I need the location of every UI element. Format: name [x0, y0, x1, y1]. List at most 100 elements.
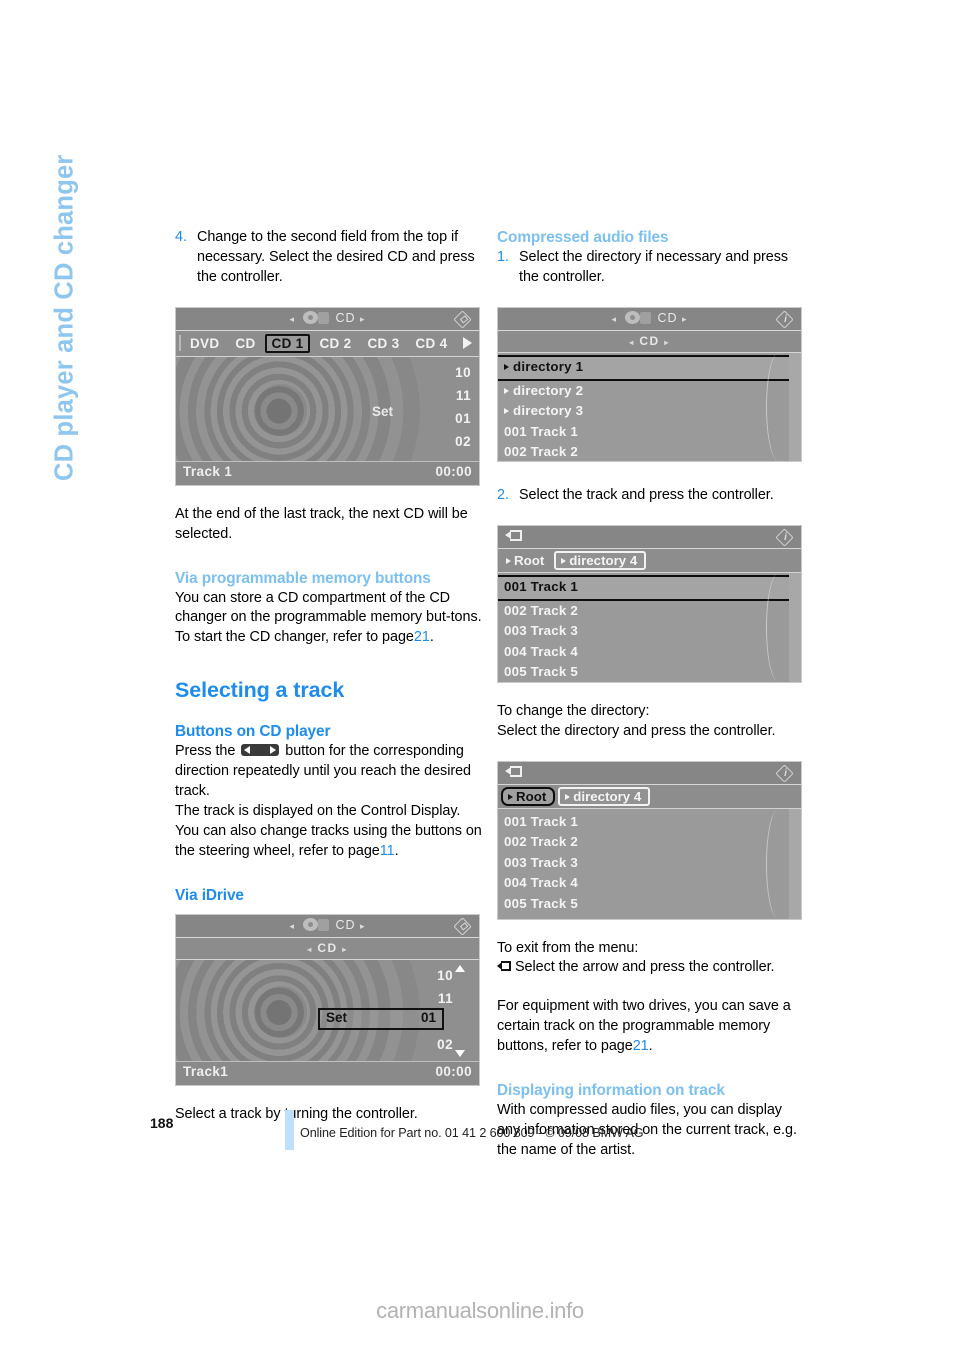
shot2-set-label: Set [326, 1009, 348, 1025]
tab-cd-4[interactable]: CD 4 [408, 335, 454, 352]
page-ref-11[interactable]: 11 [380, 843, 395, 859]
caret-icon [508, 793, 513, 800]
heading-via-idrive: Via iDrive [175, 886, 244, 904]
disc-hub [254, 985, 307, 1038]
list-item[interactable]: 005 Track 5 [498, 894, 801, 915]
info-glyph: i [784, 313, 787, 325]
left-arrow-icon: ◂ [307, 944, 313, 954]
list-item[interactable]: directory 3 [498, 401, 801, 422]
scroll-pane[interactable] [789, 572, 801, 682]
para-exit-menu-b: Select the arrow and press the controlle… [497, 958, 804, 978]
list-item-label: directory 1 [513, 358, 584, 374]
info-icon: i [775, 528, 795, 547]
shot2-title-text: CD [335, 917, 356, 932]
disc-trail-icon [318, 311, 330, 324]
step-2: 2. Select the track and press the contro… [497, 486, 804, 506]
screenshot-root-selected: i Root directory 4 001 Track 1 002 Track… [497, 760, 802, 920]
heading-buttons-on-cd-player: Buttons on CD player [175, 723, 331, 741]
list-item-label: 002 Track 2 [504, 602, 578, 618]
scroll-up-icon[interactable] [455, 964, 465, 972]
step-4-number: 4. [175, 229, 187, 245]
list-item-label: 005 Track 5 [504, 664, 578, 680]
step-2-number: 2. [497, 486, 509, 503]
scroll-pane[interactable] [789, 808, 801, 919]
para-buttons-a: Press the [175, 743, 236, 760]
caret-icon [504, 387, 509, 394]
info-glyph: i [784, 767, 787, 779]
list-item-label: 001 Track 1 [504, 813, 578, 829]
breadcrumb-directory-4[interactable]: directory 4 [558, 786, 651, 806]
heading-via-memory-buttons: Via programmable memory buttons [175, 569, 431, 587]
more-tabs-icon[interactable] [463, 337, 472, 350]
list-item[interactable]: 003 Track 3 [498, 853, 801, 874]
page-ref-21[interactable]: 21 [633, 1038, 649, 1054]
list-item-label: 001 Track 1 [504, 578, 578, 594]
tab-dvd[interactable]: DVD [183, 335, 226, 352]
back-arrow-icon[interactable] [505, 765, 522, 780]
list-item[interactable]: 003 Track 3 [498, 621, 801, 642]
shot3-title-text: CD [657, 310, 678, 325]
caret-icon [504, 408, 509, 415]
shot4-breadcrumb: Root directory 4 [498, 548, 801, 573]
shot3-subbar-text: CD [639, 333, 660, 348]
return-arrow-icon [497, 960, 512, 973]
disc-trail-icon [318, 918, 330, 931]
list-item-label: 003 Track 3 [504, 854, 578, 870]
list-item[interactable]: 001 Track 1 [498, 574, 801, 601]
shot2-subbar: ◂ CD ▸ [176, 937, 479, 960]
track-number: 11 [437, 990, 453, 1006]
para-exit-text: Select the arrow and press the controlle… [515, 959, 775, 976]
step-1: 1. Select the directory if necessary and… [497, 248, 804, 288]
list-item[interactable]: 001 Track 1 [498, 812, 801, 833]
page-ref-21[interactable]: 21 [414, 629, 430, 645]
tab-cd-1[interactable]: CD 1 [264, 333, 311, 353]
shot1-playarea: 10 11 01 02 Set [176, 356, 479, 461]
screenshot-cd-changer: ◂ CD ▸ ◇ DVD CD CD 1 CD 2 CD 3 CD 4 10 1… [175, 306, 480, 486]
breadcrumb-label: directory 4 [573, 788, 642, 804]
breadcrumb-label: Root [516, 788, 547, 804]
list-item[interactable]: 004 Track 4 [498, 642, 801, 663]
list-item-label: 002 Track 2 [504, 834, 578, 850]
breadcrumb-label: Root [514, 552, 545, 568]
controller-glyph: ◇ [459, 313, 468, 325]
shot3-title: ◂ CD ▸ [498, 310, 801, 325]
list-item[interactable]: 004 Track 4 [498, 873, 801, 894]
list-item[interactable]: 005 Track 5 [498, 662, 801, 682]
shot1-title: ◂ CD ▸ [176, 310, 479, 325]
left-arrow-icon: ◂ [289, 313, 295, 324]
page-number: 188 [150, 1115, 174, 1131]
step-2-text: Select the track and press the controlle… [519, 486, 774, 503]
breadcrumb-root[interactable]: Root [501, 786, 556, 806]
list-item[interactable]: 001 Track 1 [498, 422, 801, 443]
back-arrow-icon[interactable] [505, 529, 522, 544]
right-arrow-icon: ▸ [664, 337, 670, 347]
para-two-drives: For equipment with two drives, you can s… [497, 998, 791, 1055]
breadcrumb-root[interactable]: Root [501, 552, 551, 569]
scroll-down-icon[interactable] [455, 1049, 465, 1057]
breadcrumb-label: directory 4 [569, 552, 638, 568]
info-glyph: i [784, 531, 787, 543]
heading-displaying-information: Displaying information on track [497, 1082, 725, 1100]
list-item[interactable]: 002 Track 2 [498, 442, 801, 461]
list-item[interactable]: 002 Track 2 [498, 832, 801, 853]
list-item[interactable]: directory 1 [498, 354, 801, 381]
step-4: 4. Change to the second field from the t… [175, 228, 482, 288]
list-item[interactable]: directory 2 [498, 381, 801, 402]
watermark: carmanualsonline.info [376, 1298, 584, 1323]
tab-cd-3[interactable]: CD 3 [360, 335, 406, 352]
list-item[interactable]: 002 Track 2 [498, 601, 801, 622]
skip-button-icon [241, 744, 280, 757]
shot2-set-row[interactable]: Set 01 [318, 1007, 444, 1030]
shot5-titlebar: i [498, 761, 801, 785]
right-column: Compressed audio files 1. Select the dir… [497, 228, 804, 1161]
footer-accent-bar [285, 1110, 294, 1150]
tab-cd[interactable]: CD [228, 335, 262, 352]
tab-cd-2[interactable]: CD 2 [312, 335, 358, 352]
tab-separator [179, 335, 181, 352]
left-column: 4. Change to the second field from the t… [175, 228, 482, 1125]
para-memory-buttons: You can store a CD compartment of the CD… [175, 589, 482, 646]
shot4-titlebar: i [498, 525, 801, 549]
left-arrow-icon: ◂ [289, 920, 295, 931]
scroll-pane[interactable] [789, 352, 801, 461]
breadcrumb-directory-4[interactable]: directory 4 [554, 550, 647, 570]
